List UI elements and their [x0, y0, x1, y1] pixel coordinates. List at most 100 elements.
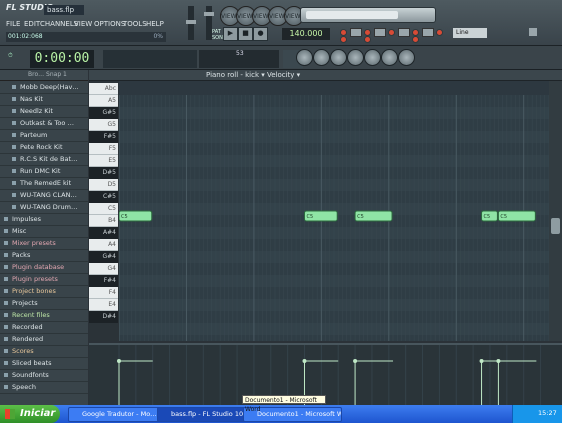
piano-key[interactable]: A#4 [89, 227, 118, 239]
note-block[interactable]: C5 [119, 210, 153, 222]
piano-key[interactable]: G4 [89, 263, 118, 275]
folder-icon [4, 241, 8, 245]
time-format-icon[interactable]: ⏱ [8, 52, 28, 66]
vertical-scrollbar[interactable] [549, 81, 562, 341]
velocity-handle[interactable] [496, 359, 501, 363]
velocity-handle[interactable] [479, 359, 484, 363]
browser-item-label: Recent files [12, 311, 50, 319]
note-block[interactable]: C5 [303, 210, 338, 222]
option-radio-1[interactable] [340, 29, 347, 36]
hint-bar: 001:02:068 0% [6, 32, 166, 42]
folder-icon [4, 253, 8, 257]
playlist-icon[interactable] [296, 49, 313, 66]
option-radio-6[interactable] [412, 29, 419, 36]
taskbar-task[interactable]: Google Tradutor - Mo… [68, 407, 167, 422]
folder-icon [12, 85, 16, 89]
main-menu: FILE EDIT CHANNELS VIEW OPTIONS TOOLS HELP [6, 19, 166, 30]
browser-item-label: Run DMC Kit [20, 167, 61, 175]
velocity-bar[interactable] [354, 360, 394, 405]
browser-item-label: WU-TANG CLAN… [20, 191, 77, 199]
piano-key[interactable]: C#5 [89, 191, 118, 203]
option-button-3[interactable] [398, 28, 410, 37]
option-button-1[interactable] [350, 28, 362, 37]
help-icon[interactable] [398, 49, 415, 66]
browser-item-label: Parteum [20, 131, 48, 139]
folder-icon [4, 265, 8, 269]
piano-key[interactable]: F#4 [89, 275, 118, 287]
piano-key[interactable]: G5 [89, 119, 118, 131]
browser-item-label: Pete Rock Kit [20, 143, 63, 151]
plugin-icon[interactable] [381, 49, 398, 66]
browser-header: Bro… Snap 1 [0, 70, 88, 81]
piano-key[interactable]: F#5 [89, 131, 118, 143]
stop-button[interactable]: ■ [238, 27, 253, 41]
option-radio-2[interactable] [340, 36, 347, 43]
play-button[interactable]: ▶ [223, 27, 238, 41]
menu-file[interactable]: FILE [6, 19, 20, 30]
velocity-bar[interactable] [497, 360, 537, 405]
option-button-4[interactable] [422, 28, 434, 37]
record-button[interactable]: ● [253, 27, 268, 41]
option-radio-3[interactable] [364, 29, 371, 36]
piano-key[interactable]: E4 [89, 299, 118, 311]
browser-item-label: Scores [12, 347, 34, 355]
menu-channels[interactable]: CHANNELS [40, 19, 78, 30]
tempo-display[interactable]: 140.000 [282, 28, 330, 40]
piano-key[interactable]: E5 [89, 155, 118, 167]
piano-key[interactable]: D5 [89, 179, 118, 191]
folder-icon [4, 289, 8, 293]
piano-roll-icon[interactable] [330, 49, 347, 66]
time-display[interactable]: 0:00:00 [30, 50, 94, 68]
scrollbar-thumb[interactable] [551, 218, 560, 234]
piano-roll-title[interactable]: Piano roll - kick ▾ Velocity ▾ [206, 71, 300, 79]
option-button-2[interactable] [374, 28, 386, 37]
menu-view[interactable]: VIEW [74, 19, 92, 30]
piano-key[interactable]: C5 [89, 203, 118, 215]
menu-edit[interactable]: EDIT [24, 19, 40, 30]
piano-key[interactable]: G#5 [89, 107, 118, 119]
step-sequencer-icon[interactable] [313, 49, 330, 66]
mixer-icon[interactable] [364, 49, 381, 66]
note-block[interactable]: C5 [481, 210, 498, 222]
piano-key[interactable]: D#4 [89, 311, 118, 323]
menu-options[interactable]: OPTIONS [94, 19, 125, 30]
velocity-handle[interactable] [302, 359, 307, 363]
piano-key[interactable]: A5 [89, 95, 118, 107]
menu-tools[interactable]: TOOLS [123, 19, 147, 30]
browser-panel: Mobb Deep(Hav… Nas Kit Needlz Kit Outkast &… [0, 81, 88, 405]
folder-icon [4, 229, 8, 233]
browser-item-label: Nas Kit [20, 95, 43, 103]
browser-icon[interactable] [347, 49, 364, 66]
option-radio-4[interactable] [364, 36, 371, 43]
browser-item-label: Soundfonts [12, 371, 49, 379]
piano-key[interactable]: G#4 [89, 251, 118, 263]
cpu-meter [103, 50, 197, 68]
velocity-handle[interactable] [117, 359, 121, 363]
option-radio-8[interactable] [436, 29, 443, 36]
note-block[interactable]: C5 [354, 210, 393, 222]
song-position-bar[interactable] [300, 7, 436, 23]
menu-help[interactable]: HELP [146, 19, 164, 30]
piano-key[interactable]: D#5 [89, 167, 118, 179]
snap-select[interactable]: Line [453, 28, 487, 38]
maximize-icon[interactable] [529, 28, 537, 36]
piano-key[interactable]: F5 [89, 143, 118, 155]
piano-key[interactable]: B4 [89, 215, 118, 227]
piano-key[interactable]: A4 [89, 239, 118, 251]
folder-icon [12, 109, 16, 113]
piano-key[interactable]: Abc [89, 83, 118, 95]
browser-item[interactable]: Speech [0, 381, 88, 394]
piano-key[interactable]: F4 [89, 287, 118, 299]
taskbar-task[interactable]: bass.flp - FL Studio 10 [157, 407, 256, 422]
folder-icon [4, 313, 8, 317]
master-volume-slider[interactable] [186, 6, 196, 40]
option-radio-7[interactable] [412, 36, 419, 43]
option-radio-5[interactable] [388, 29, 395, 36]
folder-icon [4, 325, 8, 329]
folder-icon [12, 145, 16, 149]
note-grid[interactable]: C5 C5 C5 C5 C5 [119, 95, 549, 341]
note-label: C5 [306, 214, 313, 220]
note-block[interactable]: C5 [497, 210, 536, 222]
timeline-ruler[interactable] [119, 81, 549, 95]
velocity-handle[interactable] [353, 359, 358, 363]
